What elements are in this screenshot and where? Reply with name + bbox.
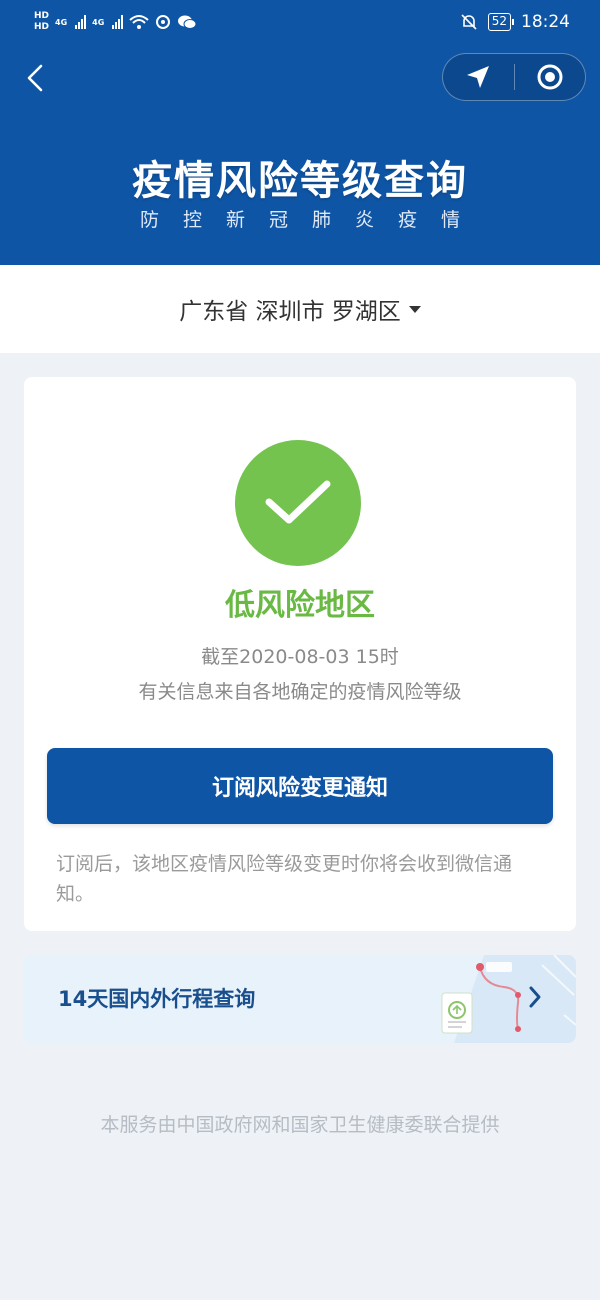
location-selector[interactable]: 广东省 深圳市 罗湖区 <box>0 265 600 353</box>
network-type-1: 4G <box>55 17 68 27</box>
sync-icon <box>156 15 171 29</box>
network-type-2: 4G <box>92 17 105 27</box>
location-text: 广东省 深圳市 罗湖区 <box>179 299 401 325</box>
travel-route-illustration <box>441 955 576 1043</box>
hd-bottom-label: HD <box>34 22 50 32</box>
caret-down-icon <box>408 305 421 313</box>
wifi-icon <box>129 15 149 29</box>
chevron-left-icon <box>27 64 43 92</box>
travel-query-card[interactable]: 14天国内外行程查询 <box>24 955 576 1043</box>
status-left: HD HD 4G 4G <box>34 11 197 33</box>
navigation-arrow-icon <box>467 66 490 88</box>
status-bar: HD HD 4G 4G 52 18:24 <box>0 0 600 44</box>
miniprogram-capsule <box>442 53 586 101</box>
signal-icon-2 <box>112 15 124 29</box>
risk-card: 低风险地区 截至2020-08-03 15时 有关信息来自各地确定的疫情风险等级… <box>24 377 576 931</box>
header: HD HD 4G 4G 52 18:24 疫情风险等级查询 防控新冠肺炎疫情 <box>0 0 600 265</box>
clock: 18:24 <box>521 12 570 32</box>
hd-top-label: HD <box>34 11 50 21</box>
battery-indicator: 52 <box>487 13 515 31</box>
location-button[interactable] <box>443 53 514 101</box>
signal-icon <box>75 15 87 29</box>
target-circle-icon <box>537 64 563 90</box>
footer-note: 本服务由中国政府网和国家卫生健康委联合提供 <box>100 1114 500 1136</box>
source-note: 有关信息来自各地确定的疫情风险等级 <box>138 681 462 703</box>
as-of-timestamp: 截至2020-08-03 15时 <box>201 646 399 668</box>
status-right: 52 18:24 <box>460 12 570 32</box>
wechat-icon <box>178 15 197 29</box>
close-miniprogram-button[interactable] <box>515 53 586 101</box>
check-circle-icon <box>235 440 361 566</box>
mute-bell-icon <box>461 14 477 30</box>
subscribe-note: 订阅后，该地区疫情风险等级变更时你将会收到微信通知。 <box>56 853 513 905</box>
travel-query-label: 14天国内外行程查询 <box>58 987 256 1011</box>
checkmark-icon <box>265 480 331 524</box>
subscribe-button[interactable]: 订阅风险变更通知 <box>47 748 553 824</box>
chevron-right-icon <box>529 986 541 1008</box>
back-button[interactable] <box>20 60 50 96</box>
page-subtitle: 防控新冠肺炎疫情 <box>139 209 484 231</box>
page-title: 疫情风险等级查询 <box>132 158 468 204</box>
risk-level-label: 低风险地区 <box>225 588 375 623</box>
hd-indicator: HD HD <box>34 11 49 33</box>
